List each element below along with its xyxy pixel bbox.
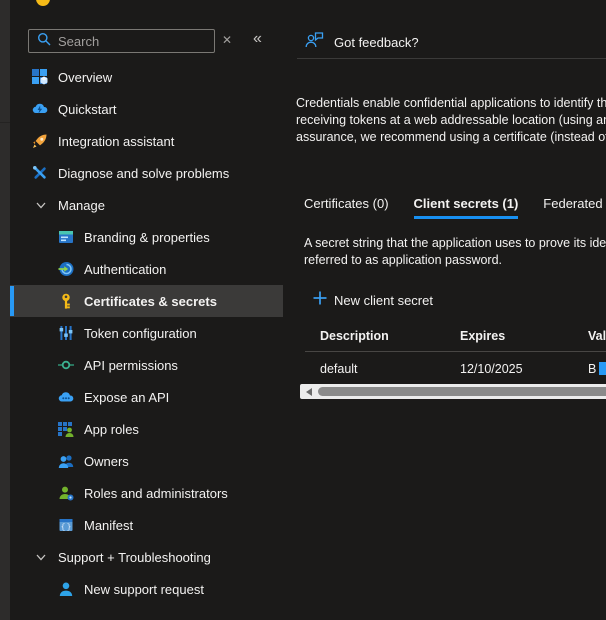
tab-bar: Certificates (0) Client secrets (1) Fede… [304, 196, 606, 219]
sidebar-item-label: Authentication [84, 262, 166, 277]
left-rail [0, 0, 10, 620]
cell-value: B [588, 362, 596, 376]
svg-text:{ }: { } [61, 524, 72, 532]
sidebar-item-label: Quickstart [58, 102, 117, 117]
sidebar-section-label: Manage [58, 198, 105, 213]
clipped-key-icon [36, 0, 50, 12]
sidebar-nav: Overview Quickstart Integration assistan… [10, 61, 283, 605]
sidebar-section-support-troubleshooting[interactable]: Support + Troubleshooting [10, 541, 283, 573]
column-header-description[interactable]: Description [320, 329, 389, 343]
column-header-expires[interactable]: Expires [460, 329, 505, 343]
sidebar-item-roles-administrators[interactable]: Roles and administrators [10, 477, 283, 509]
sidebar-item-api-permissions[interactable]: API permissions [10, 349, 283, 381]
plus-icon [313, 291, 327, 310]
rocket-icon [32, 133, 48, 149]
search-box[interactable] [28, 29, 215, 53]
table-header-divider [305, 351, 606, 352]
sidebar-item-label: Branding & properties [84, 230, 210, 245]
sliders-icon [58, 325, 74, 341]
sidebar-item-overview[interactable]: Overview [10, 61, 283, 93]
sidebar-item-expose-api[interactable]: Expose an API [10, 381, 283, 413]
tab-federated-credentials[interactable]: Federated credentials (0) [543, 196, 606, 219]
client-secret-description: A secret string that the application use… [304, 235, 606, 269]
sidebar-item-label: Certificates & secrets [84, 294, 217, 309]
new-client-secret-button[interactable]: New client secret [313, 291, 433, 310]
feedback-person-bubble-icon [305, 31, 325, 54]
sidebar-item-label: Manifest [84, 518, 133, 533]
sidebar-item-quickstart[interactable]: Quickstart [10, 93, 283, 125]
column-header-value[interactable]: Value [588, 329, 606, 343]
sidebar-item-manifest[interactable]: { } Manifest [10, 509, 283, 541]
tab-certificates[interactable]: Certificates (0) [304, 196, 389, 219]
sidebar-item-owners[interactable]: Owners [10, 445, 283, 477]
scrollbar-thumb[interactable] [318, 387, 606, 396]
grid-person-icon [58, 421, 74, 437]
sidebar-item-label: API permissions [84, 358, 178, 373]
sidebar-section-label: Support + Troubleshooting [58, 550, 211, 565]
sidebar-item-label: Token configuration [84, 326, 197, 341]
support-person-icon [58, 581, 74, 597]
tab-client-secrets[interactable]: Client secrets (1) [414, 196, 519, 219]
authentication-icon [58, 261, 74, 277]
cloud-api-icon [58, 389, 74, 405]
rail-seam [0, 122, 10, 123]
sidebar-item-label: Diagnose and solve problems [58, 166, 229, 181]
sidebar-item-label: Owners [84, 454, 129, 469]
overview-grid-icon [32, 69, 48, 85]
search-icon [37, 32, 51, 51]
two-people-icon [58, 453, 74, 469]
cell-expires: 12/10/2025 [460, 362, 523, 376]
sidebar-item-integration-assistant[interactable]: Integration assistant [10, 125, 283, 157]
feedback-label: Got feedback? [334, 35, 419, 50]
sidebar-item-new-support-request[interactable]: New support request [10, 573, 283, 605]
sidebar: ✕ « Overview Quickstart Integration assi… [10, 0, 283, 620]
manifest-code-icon: { } [58, 517, 74, 533]
scroll-left-arrow-icon[interactable] [306, 388, 312, 396]
clear-search-icon[interactable]: ✕ [222, 33, 232, 47]
chevron-down-icon [33, 551, 48, 563]
person-admin-icon [58, 485, 74, 501]
sidebar-item-app-roles[interactable]: App roles [10, 413, 283, 445]
cell-value-clipped-fragment [599, 362, 606, 375]
sidebar-item-label: Integration assistant [58, 134, 174, 149]
credentials-intro-text: Credentials enable confidential applicat… [296, 95, 606, 146]
api-node-icon [58, 357, 74, 373]
sidebar-item-label: App roles [84, 422, 139, 437]
chevron-down-icon [33, 199, 48, 211]
horizontal-scrollbar[interactable] [300, 384, 606, 399]
sidebar-item-label: Roles and administrators [84, 486, 228, 501]
new-client-secret-label: New client secret [334, 293, 433, 308]
tools-icon [32, 165, 48, 181]
branding-picture-icon [58, 229, 74, 245]
sidebar-item-diagnose[interactable]: Diagnose and solve problems [10, 157, 283, 189]
sidebar-section-manage[interactable]: Manage [10, 189, 283, 221]
sidebar-item-certificates-secrets[interactable]: Certificates & secrets [10, 285, 283, 317]
sidebar-item-authentication[interactable]: Authentication [10, 253, 283, 285]
collapse-menu-icon[interactable]: « [253, 30, 262, 48]
sidebar-item-label: Overview [58, 70, 112, 85]
got-feedback-button[interactable]: Got feedback? [305, 31, 419, 54]
sidebar-item-token-configuration[interactable]: Token configuration [10, 317, 283, 349]
sidebar-item-label: New support request [84, 582, 204, 597]
toolbar-divider [297, 58, 606, 59]
search-input[interactable] [58, 34, 188, 49]
key-icon [58, 293, 74, 309]
cloud-lightning-icon [32, 101, 48, 117]
sidebar-item-label: Expose an API [84, 390, 169, 405]
cell-description: default [320, 362, 358, 376]
sidebar-item-branding[interactable]: Branding & properties [10, 221, 283, 253]
